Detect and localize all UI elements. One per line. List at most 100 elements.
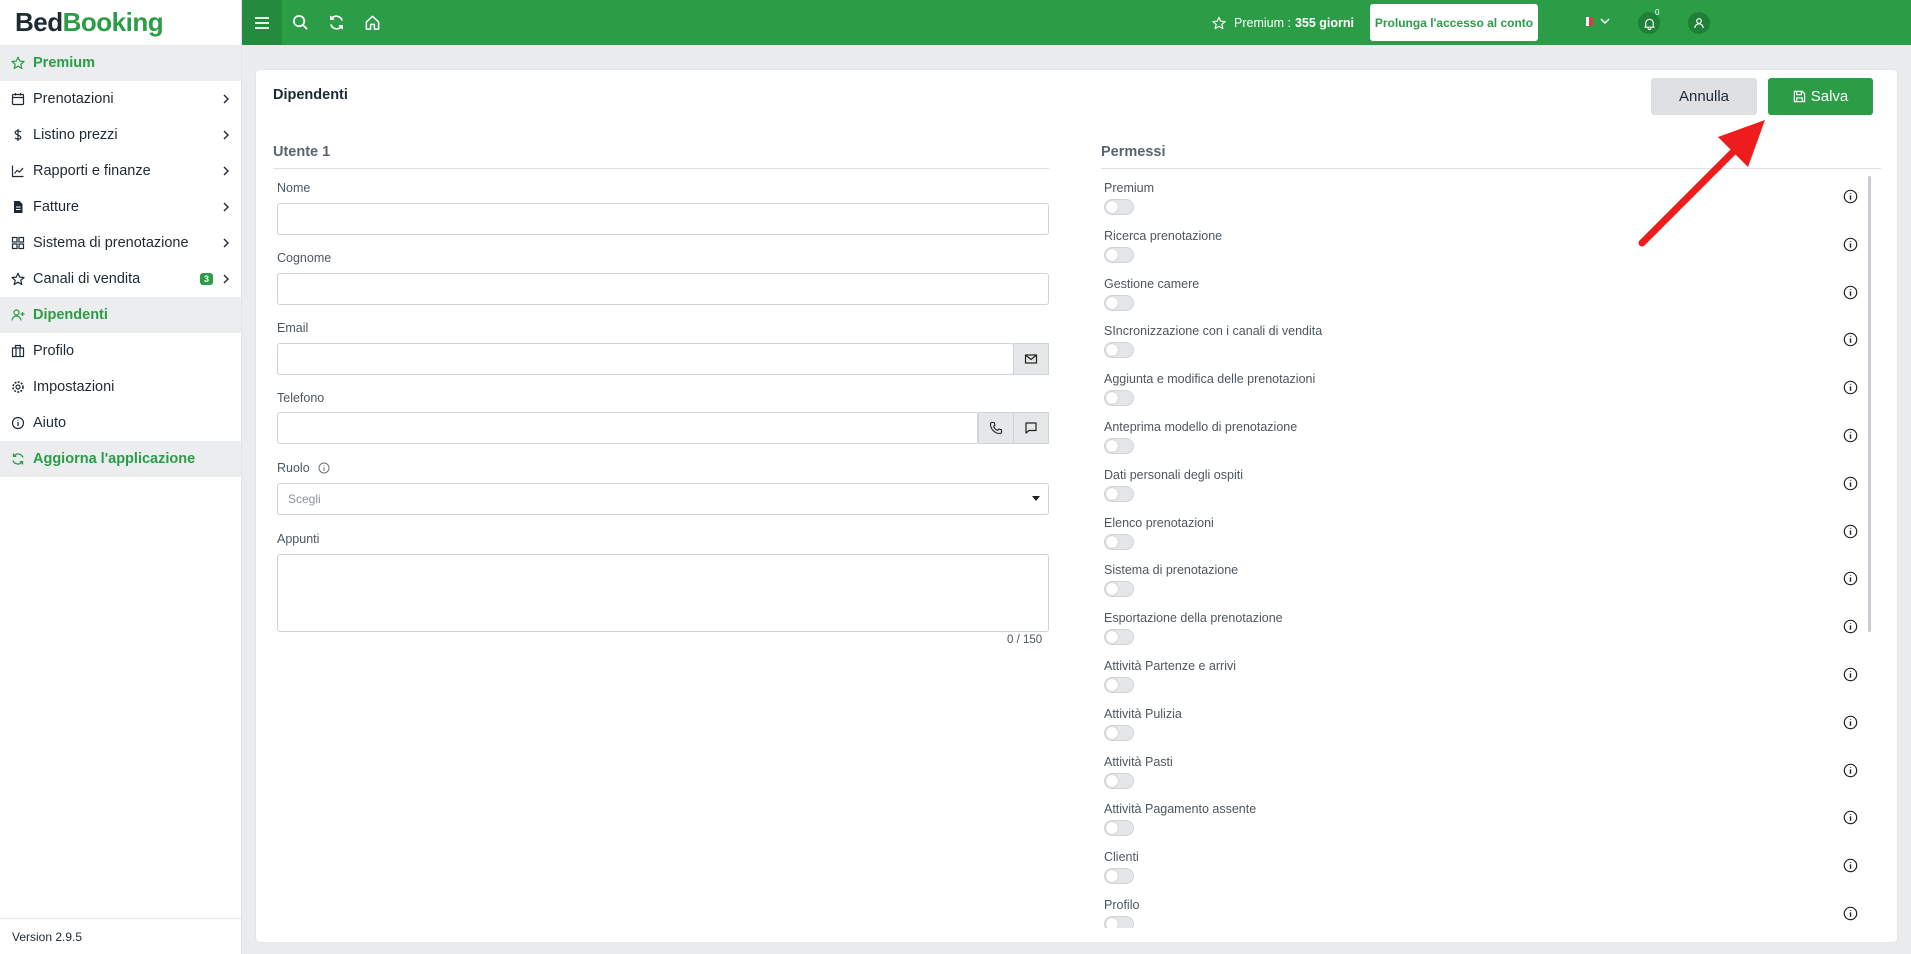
chevron-right-icon [221,166,231,176]
permission-row: Anteprima modello di prenotazione [1104,420,1864,468]
permission-label: Anteprima modello di prenotazione [1104,420,1298,434]
permission-toggle[interactable] [1104,485,1134,502]
permission-row: Sistema di prenotazione [1104,563,1864,611]
document-icon [11,200,25,214]
permission-toggle[interactable] [1104,246,1134,263]
extend-access-button[interactable]: Prolunga l'accesso al conto [1370,4,1538,41]
info-icon[interactable] [1843,715,1858,730]
permission-row: Clienti [1104,850,1864,898]
sidebar-item-label: Aggiorna l'applicazione [33,451,196,467]
permission-label: Sistema di prenotazione [1104,563,1239,578]
sidebar-item-label: Aiuto [33,415,67,431]
permission-label: Elenco prenotazioni [1104,515,1214,530]
info-icon[interactable] [1843,332,1858,347]
info-icon[interactable] [1843,285,1858,300]
sidebar-item-rapporti-e-finanze[interactable]: Rapporti e finanze [0,153,241,189]
count-badge: 3 [199,273,213,285]
info-icon[interactable] [1843,810,1858,825]
info-icon[interactable] [1843,428,1858,443]
info-icon[interactable] [1843,906,1858,921]
permission-row: Esportazione della prenotazione [1104,611,1864,659]
permission-toggle[interactable] [1104,533,1134,550]
info-icon[interactable] [1843,763,1858,778]
sidebar-item-prenotazioni[interactable]: Prenotazioni [0,81,241,117]
permission-toggle[interactable] [1104,438,1134,454]
calendar-icon [11,92,25,106]
building-icon [11,344,25,358]
sidebar-item-label: Profilo [33,343,75,359]
version-bar[interactable]: Version 2.9.5 [0,918,241,954]
info-icon[interactable] [1843,476,1858,491]
permission-row: Aggiunta e modifica delle prenotazioni [1104,372,1864,420]
permission-toggle[interactable] [1104,724,1134,741]
sidebar-item-label: Rapporti e finanze [33,163,151,179]
logo-part-booking: Booking [62,7,164,37]
gear-icon [11,380,25,394]
sidebar-item-fatture[interactable]: Fatture [0,189,241,225]
permission-row: Attività Partenze e arrivi [1104,659,1864,707]
permission-toggle[interactable] [1104,629,1134,646]
permission-row: Elenco prenotazioni [1104,516,1864,564]
sidebar-item-aggiorna-l-applicazione[interactable]: Aggiorna l'applicazione [0,441,241,477]
sidebar-item-listino-prezzi[interactable]: Listino prezzi [0,117,241,153]
language-selector[interactable] [1582,15,1611,27]
permission-toggle[interactable] [1104,772,1134,789]
info-icon[interactable] [1843,619,1858,634]
permission-toggle[interactable] [1104,916,1134,928]
permission-toggle[interactable] [1104,581,1134,598]
permission-label: SIncronizzazione con i canali di vendita [1104,324,1323,339]
permission-label: Gestione camere [1104,276,1200,291]
info-icon[interactable] [1843,189,1858,204]
menu-toggle-button[interactable] [242,0,282,45]
sidebar-item-dipendenti[interactable]: Dipendenti [0,297,241,333]
permission-toggle[interactable] [1104,294,1134,311]
permission-toggle[interactable] [1104,820,1134,837]
refresh-button[interactable] [318,0,354,45]
permission-toggle[interactable] [1104,677,1134,693]
permission-toggle[interactable] [1104,342,1134,359]
info-icon[interactable] [1843,667,1858,682]
sidebar-item-label: Dipendenti [33,307,108,323]
notifications-count: 0 [1655,8,1660,17]
sidebar-item-canali-di-vendita[interactable]: Canali di vendita 3 [0,261,241,297]
info-icon[interactable] [1843,237,1858,252]
refresh-icon [329,15,343,30]
permission-toggle[interactable] [1104,199,1134,215]
chevron-right-icon [221,130,231,140]
grid-icon [11,236,25,250]
permission-row: Attività Pagamento assente [1104,802,1864,850]
permissions-scrollbar[interactable] [1868,176,1871,632]
bell-icon [1643,18,1655,30]
chevron-down-icon [1600,18,1610,25]
info-icon[interactable] [1843,571,1858,586]
sidebar-item-impostazioni[interactable]: Impostazioni [0,369,241,405]
user-menu-button[interactable] [1688,12,1710,34]
permission-toggle[interactable] [1104,390,1134,407]
app-logo[interactable]: Bed Booking [0,0,241,45]
sidebar-item-aiuto[interactable]: Aiuto [0,405,241,441]
sidebar-item-label: Listino prezzi [33,127,118,143]
home-button[interactable] [354,0,390,45]
info-icon[interactable] [1843,524,1858,539]
sidebar-item-label: Canali di vendita [33,271,141,287]
sidebar-item-profilo[interactable]: Profilo [0,333,241,369]
info-icon[interactable] [1843,858,1858,873]
info-icon[interactable] [1843,380,1858,395]
premium-days: 355 giorni [1294,15,1354,30]
permission-label: Aggiunta e modifica delle prenotazioni [1104,372,1316,387]
permission-toggle[interactable] [1104,868,1134,885]
premium-status: Premium : 355 giorni [1212,0,1354,45]
search-button[interactable] [282,0,318,45]
permission-label: Attività Partenze e arrivi [1104,659,1236,673]
search-icon [292,15,308,30]
sidebar-item-premium[interactable]: Premium [0,45,241,81]
red-arrow-annotation [1638,120,1765,247]
permission-row: Gestione camere [1104,277,1864,325]
home-icon [365,15,379,30]
permission-row: Attività Pasti [1104,755,1864,803]
dollar-icon [11,128,25,142]
permission-label: Attività Pasti [1104,754,1173,769]
sidebar-item-sistema-di-prenotazione[interactable]: Sistema di prenotazione [0,225,241,261]
sidebar-nav: Premium Prenotazioni Listino prezzi Rapport… [0,45,241,477]
topbar: Premium : 355 giorni Prolunga l'accesso … [242,0,1911,45]
